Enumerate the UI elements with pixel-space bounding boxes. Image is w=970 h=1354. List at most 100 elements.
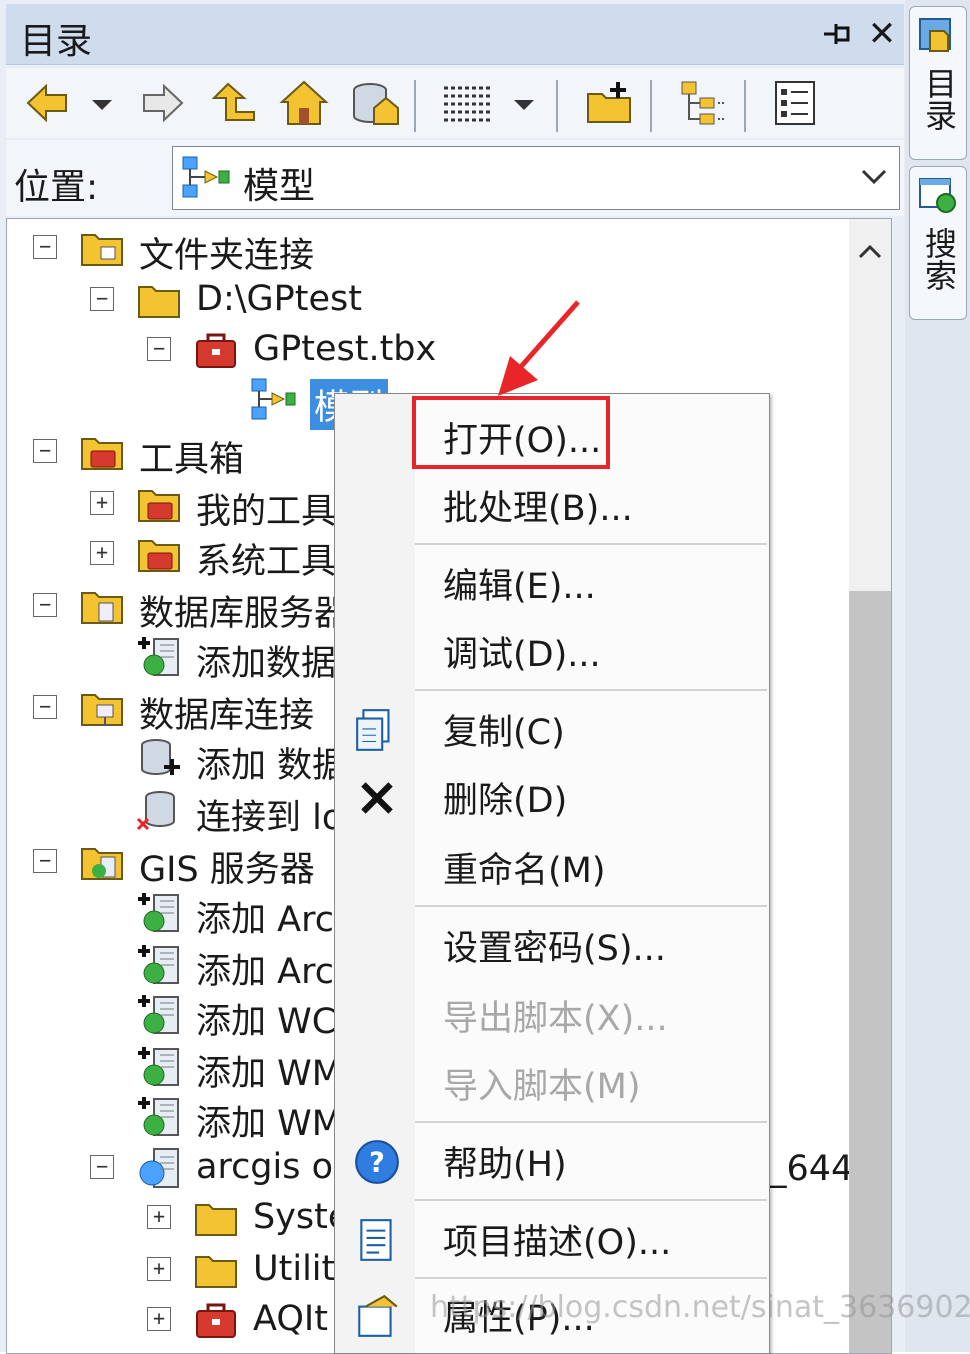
menu-item[interactable]: 帮助(H) (443, 1136, 567, 1187)
toolbar-separator (414, 80, 416, 132)
properties-icon (358, 1294, 398, 1337)
side-tab-catalog-label: 目录 (920, 67, 958, 131)
add-server-icon (138, 893, 179, 932)
folder-icon (195, 1256, 237, 1288)
back-history-dropdown[interactable] (84, 78, 120, 128)
expand-toggle[interactable]: + (147, 1257, 171, 1281)
collapse-toggle[interactable]: − (90, 1155, 114, 1179)
tree-node-label: 我的工具 (196, 492, 337, 532)
menu-item[interactable]: 项目描述(O)... (443, 1214, 671, 1265)
menu-item[interactable]: 复制(C) (443, 704, 565, 755)
tree-node-label: 数据库服务器 (139, 594, 350, 634)
add-server-icon (138, 995, 179, 1034)
toolbox-folder-icon (138, 490, 180, 522)
tree-node-label: 添加 Arc (196, 900, 334, 940)
tree-node-label: 添加 WM (196, 1104, 342, 1144)
collapse-toggle[interactable]: − (33, 593, 57, 617)
menu-item[interactable]: 批处理(B)... (443, 480, 633, 531)
expand-toggle[interactable]: + (147, 1205, 171, 1229)
up-level-icon (211, 82, 255, 121)
copy-icon (356, 709, 390, 751)
collapse-toggle[interactable]: − (33, 235, 57, 259)
tree-node-label: 数据库连接 (139, 696, 315, 736)
location-combobox[interactable]: 模型 (172, 146, 900, 210)
tree-view-icon (681, 81, 726, 125)
context-menu-icon-gutter (335, 394, 415, 1353)
menu-separator (415, 1277, 767, 1279)
back-arrow-icon (26, 83, 67, 123)
gis-server-folder-icon (81, 848, 123, 880)
menu-item[interactable]: 重命名(M) (443, 842, 606, 893)
toolbar (6, 68, 904, 138)
back-button[interactable] (22, 78, 74, 128)
folder-link-icon (81, 234, 123, 266)
expand-toggle[interactable]: + (147, 1307, 171, 1331)
annotation-arrow (498, 300, 580, 396)
database-folder-icon (81, 592, 123, 624)
search-tab-icon (919, 178, 956, 213)
tree-node-label: AQIt (253, 1299, 328, 1339)
forward-button[interactable] (136, 78, 188, 128)
collapse-toggle[interactable]: − (33, 849, 57, 873)
menu-item: 导入脚本(M) (443, 1067, 641, 1107)
help-icon: ? (355, 1140, 399, 1184)
scroll-up-icon[interactable] (855, 237, 885, 267)
add-server-icon (138, 945, 179, 984)
tree-node-label: 文件夹连接 (139, 236, 315, 276)
close-button[interactable]: ✕ (864, 14, 900, 54)
expand-toggle[interactable]: + (90, 541, 114, 565)
collapse-toggle[interactable]: − (33, 439, 57, 463)
home-button[interactable] (278, 78, 330, 128)
collapse-toggle[interactable]: − (147, 337, 171, 361)
menu-item[interactable]: 调试(D)... (443, 626, 601, 677)
menu-separator (415, 689, 767, 691)
collapse-toggle[interactable]: − (33, 695, 57, 719)
add-server-icon (138, 1097, 179, 1136)
menu-separator (415, 905, 767, 907)
add-server-icon (138, 637, 179, 676)
scrollbar-thumb[interactable] (849, 591, 891, 1353)
database-home-icon (353, 83, 399, 125)
location-value: 模型 (243, 166, 316, 207)
tree-node-label: 添加 WC (196, 1002, 337, 1042)
connect-folder-button[interactable] (584, 78, 636, 128)
view-options-dropdown[interactable] (506, 78, 542, 128)
home-icon (279, 80, 329, 125)
collapse-toggle[interactable]: − (90, 287, 114, 311)
menu-item[interactable]: 编辑(E)... (443, 558, 596, 609)
side-tab-search-label: 搜索 (920, 227, 958, 291)
toolbar-separator (556, 80, 558, 132)
menu-separator (415, 1121, 767, 1123)
tree-node-label: 添加数据 (196, 644, 337, 684)
options-button[interactable] (770, 78, 822, 128)
menu-separator (415, 1199, 767, 1201)
side-tab-catalog[interactable]: 目录 (909, 6, 967, 160)
up-one-level-button[interactable] (208, 78, 260, 128)
document-icon (360, 1219, 392, 1261)
connect-database-button[interactable] (348, 78, 400, 128)
add-server-icon (138, 1047, 179, 1086)
tree-node-label: 系统工具 (196, 542, 337, 582)
folder-icon (195, 1204, 237, 1236)
side-tab-search[interactable]: 搜索 (909, 166, 967, 320)
toggle-contents-button[interactable] (678, 78, 730, 128)
server-icon (139, 1148, 179, 1188)
folder-connect-icon (587, 82, 631, 123)
view-details-button[interactable] (440, 78, 492, 128)
vertical-scrollbar[interactable] (849, 219, 891, 1353)
menu-item[interactable]: 删除(D) (443, 772, 567, 823)
context-menu: 打开(O)... 批处理(B)... 编辑(E)... 调试(D)... 复制(C) 删除… (334, 393, 770, 1354)
svg-text:?: ? (369, 1147, 385, 1178)
expand-toggle[interactable]: + (90, 491, 114, 515)
menu-separator (415, 543, 767, 545)
pin-icon (824, 24, 850, 44)
location-row: 位置: 模型 (6, 140, 904, 216)
location-label: 位置: (14, 167, 99, 208)
tree-partial-text: _644 (769, 1149, 854, 1189)
database-connection-folder-icon (81, 694, 123, 726)
model-icon (251, 378, 296, 420)
toolbox-folder-icon (81, 438, 123, 470)
model-icon (182, 156, 230, 198)
pin-button[interactable] (820, 16, 854, 52)
menu-item[interactable]: 设置密码(S)... (443, 920, 666, 971)
